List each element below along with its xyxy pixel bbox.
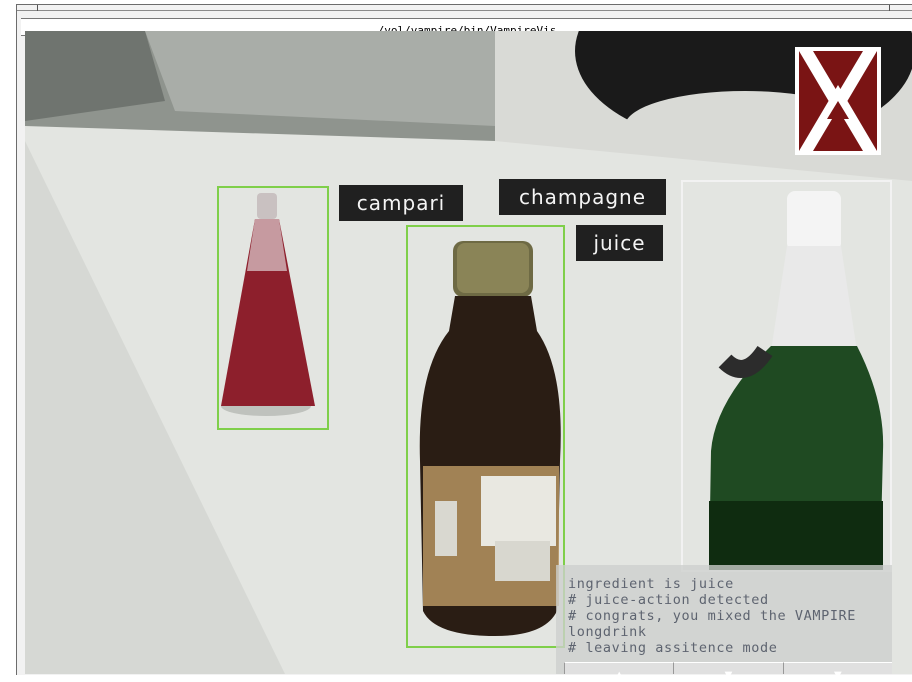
bbox-juice [406,225,565,648]
down-arrow-icon: ▼ [724,670,733,681]
label-campari: campari [339,185,463,221]
console-panel: ingredient is juice # juice-action detec… [556,565,892,681]
vampire-logo-icon [799,51,877,151]
console-line: # congrats, you mixed the VAMPIRE [568,608,857,624]
frame-tick [37,5,38,11]
window-top-border [17,10,912,11]
down-arrow-icon: ▼ [833,670,842,681]
up-arrow-icon: ▲ [615,670,624,681]
label-champagne: champagne [499,179,666,215]
bbox-champagne [681,180,892,572]
console-line: # leaving assitence mode [568,640,778,656]
console-line: longdrink [568,624,647,640]
frame-tick [889,5,890,11]
console-button-row: ▲ ▼ ▼ [564,662,892,681]
scroll-down-button[interactable]: ▼ [673,662,783,681]
console-line: ingredient is juice [568,576,734,592]
vampire-logo [795,47,881,155]
label-juice: juice [576,225,663,261]
bbox-campari [217,186,329,430]
scroll-end-button[interactable]: ▼ [782,662,892,681]
scroll-up-button[interactable]: ▲ [564,662,674,681]
console-line: # juice-action detected [568,592,769,608]
